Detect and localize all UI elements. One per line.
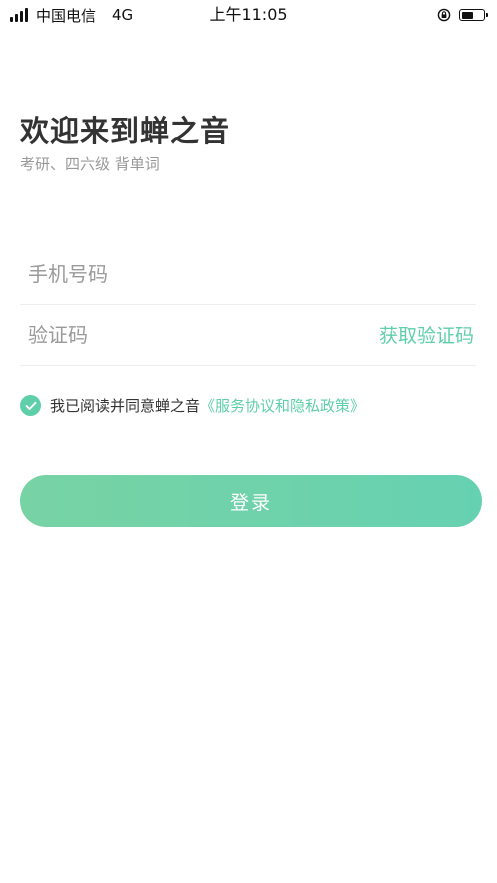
battery-icon	[459, 9, 488, 21]
battery-level	[461, 11, 473, 19]
login-button[interactable]: 登录	[20, 475, 482, 527]
status-bar: 中国电信 4G 上午11:05	[0, 0, 497, 30]
status-right	[437, 5, 488, 25]
code-field-row: 获取验证码	[20, 304, 476, 366]
status-time: 上午11:05	[209, 5, 288, 24]
agreement-row: 我已阅读并同意蝉之音 《服务协议和隐私政策》	[20, 395, 365, 416]
agreement-text: 我已阅读并同意蝉之音	[50, 397, 201, 415]
login-screen: 中国电信 4G 上午11:05 欢迎来到蝉之音 考研、四六级 背单词 获取验证码	[0, 0, 497, 883]
page-subtitle: 考研、四六级 背单词	[20, 155, 160, 173]
page-title: 欢迎来到蝉之音	[20, 114, 231, 148]
phone-field-row	[20, 243, 476, 305]
agreement-checkbox-checked-icon[interactable]	[20, 395, 41, 416]
service-privacy-policy-link[interactable]: 《服务协议和隐私政策》	[200, 395, 365, 416]
verification-code-input[interactable]	[20, 314, 379, 355]
rotation-lock-icon	[437, 8, 451, 22]
phone-input[interactable]	[20, 253, 476, 294]
get-code-button[interactable]: 获取验证码	[379, 321, 476, 348]
